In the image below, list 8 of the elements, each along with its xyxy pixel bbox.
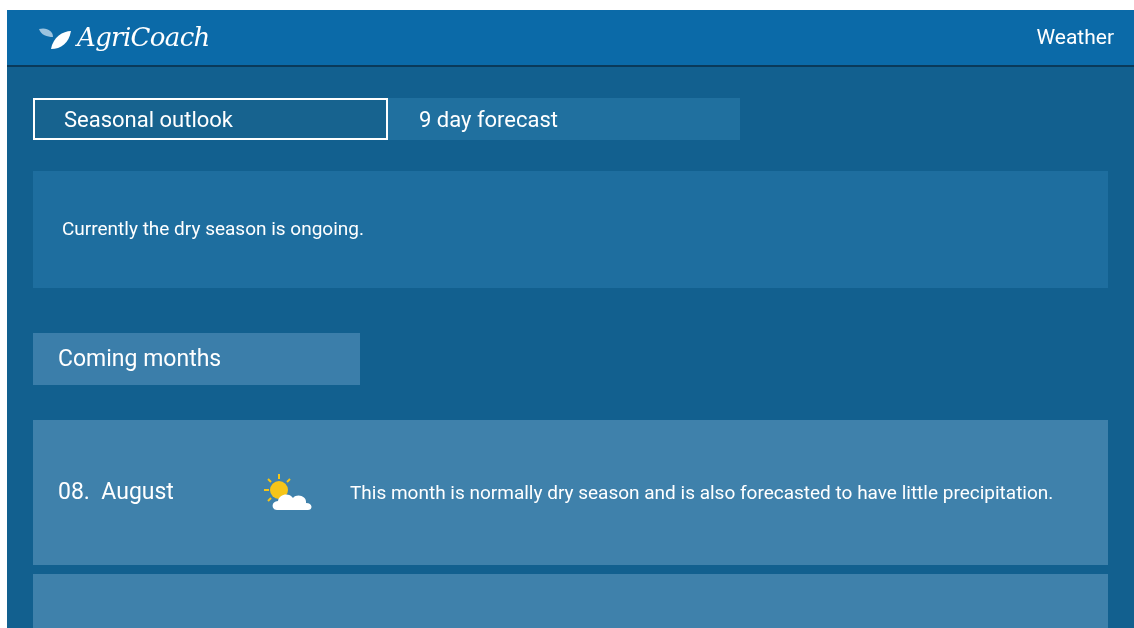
app-logo-text: AgriCoach <box>77 21 210 54</box>
page-title: Weather <box>1036 23 1114 51</box>
tab[interactable]: 9 day forecast <box>388 98 740 140</box>
month-label: 08. August <box>58 477 175 508</box>
status-text: Currently the dry season is ongoing. <box>62 216 364 243</box>
month-description: This month is normally dry season and is also forecasted to have little precipitation. <box>350 479 1055 506</box>
tab[interactable]: Seasonal outlook <box>33 98 388 140</box>
section-header: Coming months <box>33 333 360 385</box>
